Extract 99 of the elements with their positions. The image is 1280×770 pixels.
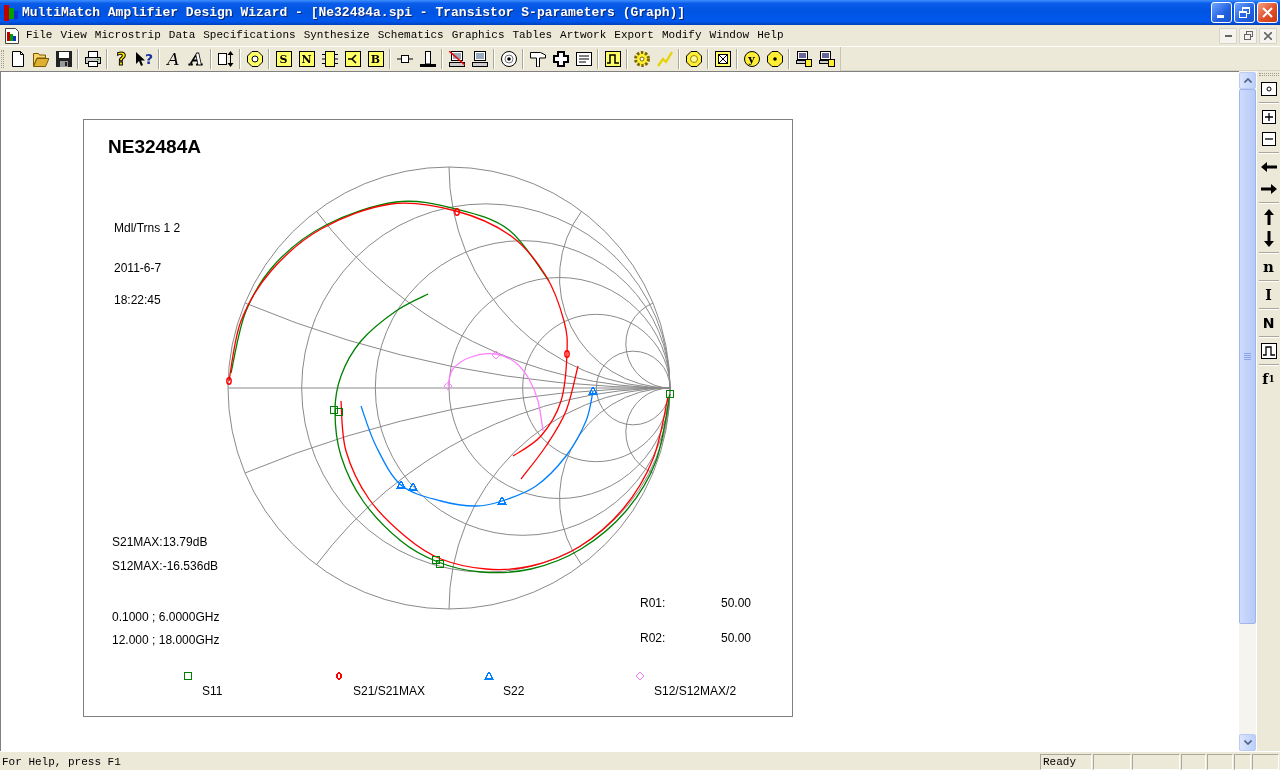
- triangle-marker-icon: [407, 481, 419, 491]
- circle-marker-icon: [454, 208, 460, 216]
- menu-item[interactable]: Specifications: [199, 27, 300, 44]
- letter-button[interactable]: S: [275, 51, 292, 67]
- circle-marker-icon: [226, 377, 232, 385]
- grip-icon: [1244, 352, 1251, 361]
- gain-label: S21MAX:13.79dB: [112, 535, 208, 549]
- square-marker-icon: [435, 559, 445, 569]
- reference-value: 50.00: [721, 631, 752, 645]
- chip-icon[interactable]: [321, 51, 338, 67]
- menu-item[interactable]: Microstrip: [90, 27, 165, 44]
- reference-label: R01:: [640, 596, 666, 610]
- menu-item[interactable]: Schematics: [373, 27, 448, 44]
- legend-label: S12/S12MAX/2: [654, 684, 737, 698]
- pointer-icon: [135, 52, 145, 66]
- computer-crossed-icon[interactable]: [448, 51, 465, 67]
- pulse-icon[interactable]: [1260, 343, 1277, 359]
- diamond-marker-icon: [443, 381, 453, 391]
- legend-label: S21/S21MAX: [353, 684, 426, 698]
- graph-title: NE32484A: [108, 136, 201, 157]
- hammer-icon[interactable]: [529, 51, 546, 67]
- minimize-button[interactable]: [1219, 27, 1237, 44]
- letter-button[interactable]: N: [1262, 315, 1275, 331]
- status-pane: [1093, 753, 1131, 770]
- legend-label: S11: [202, 684, 223, 698]
- pulse-icon[interactable]: [604, 51, 621, 67]
- menu-item[interactable]: Export: [610, 27, 658, 44]
- toolbar-gripper[interactable]: [1258, 73, 1279, 76]
- scroll-down-button[interactable]: [1239, 734, 1256, 751]
- menu-item[interactable]: Artwork: [556, 27, 611, 44]
- square-marker-icon: [665, 389, 675, 399]
- restore-button[interactable]: [1239, 27, 1257, 44]
- context-help-button[interactable]: ?: [135, 51, 154, 67]
- pillar-icon[interactable]: [419, 51, 436, 67]
- gain-label: S12MAX:-16.536dB: [112, 559, 219, 573]
- window-title: MultiMatch Amplifier Design Wizard - [Ne32484a.spi - Transistor S-parameters (Graph)]: [22, 5, 686, 20]
- status-message: For Help, press F1: [2, 755, 122, 768]
- box-arrow-icon[interactable]: [217, 51, 234, 67]
- printer-icon[interactable]: [84, 51, 101, 67]
- menu-item[interactable]: Window: [705, 27, 754, 44]
- gear-icon[interactable]: [633, 51, 650, 67]
- app-icon[interactable]: [4, 4, 18, 21]
- menu-item[interactable]: Modify: [657, 27, 706, 44]
- octagon-icon[interactable]: [685, 51, 702, 67]
- toolbar-gripper[interactable]: [1, 50, 4, 68]
- diamond-marker-icon: [491, 350, 501, 360]
- frequency-range-label: 0.1000 ; 6.0000GHz: [112, 610, 220, 624]
- info-label: 2011-6-7: [114, 261, 162, 275]
- menu-item[interactable]: File: [22, 27, 57, 44]
- computer-disk-icon[interactable]: [818, 51, 835, 67]
- square-marker-icon: [334, 407, 344, 417]
- info-label: 18:22:45: [114, 293, 161, 307]
- caret-down-icon: [1243, 740, 1252, 745]
- close-button[interactable]: [1259, 27, 1277, 44]
- menu-item[interactable]: Synthesize: [299, 27, 374, 44]
- close-icon: [1262, 7, 1273, 18]
- triangle-marker-icon: [496, 495, 508, 505]
- circle-marker-icon: [564, 350, 570, 358]
- target-icon[interactable]: [500, 51, 517, 67]
- menu-item[interactable]: Graphics: [447, 27, 509, 44]
- restore-icon: [1243, 31, 1253, 40]
- menu-item[interactable]: Help: [753, 27, 788, 44]
- letter-button[interactable]: B: [367, 51, 384, 67]
- square-marker-icon: [329, 405, 339, 415]
- reference-label: R02:: [640, 631, 666, 645]
- reference-value: 50.00: [721, 596, 752, 610]
- letter-button[interactable]: I: [1265, 287, 1272, 303]
- caret-up-icon: [1243, 78, 1252, 83]
- restore-icon: [1239, 7, 1250, 18]
- status-pane: Ready: [1040, 753, 1092, 770]
- frequency-range-label: 12.000 ; 18.000GHz: [112, 633, 220, 647]
- document-icon[interactable]: [4, 27, 20, 44]
- legend-label: S22: [503, 684, 525, 698]
- left-arrow-icon[interactable]: [1260, 159, 1277, 175]
- menu-item[interactable]: Tables: [508, 27, 557, 44]
- zoom-out-icon[interactable]: [1260, 131, 1277, 147]
- menu-item[interactable]: Data: [164, 27, 200, 44]
- list-icon[interactable]: [575, 51, 592, 67]
- crossed-box-icon[interactable]: [714, 51, 731, 67]
- computer-icon[interactable]: [471, 51, 488, 67]
- computer-disk-icon[interactable]: [795, 51, 812, 67]
- letter-button[interactable]: N: [298, 51, 315, 67]
- letter-button[interactable]: y: [743, 51, 760, 67]
- new-document-icon[interactable]: [9, 51, 26, 67]
- square-marker-icon: [431, 555, 441, 565]
- menu-item[interactable]: View: [56, 27, 91, 44]
- info-label: Mdl/Trns 1 2: [114, 221, 181, 235]
- close-icon: [1264, 31, 1272, 40]
- letter-button[interactable]: n: [1263, 258, 1274, 276]
- scrollbar-thumb[interactable]: [1239, 89, 1256, 624]
- minimize-icon: [1224, 34, 1232, 37]
- minimize-icon: [1217, 15, 1224, 18]
- zoom-in-icon[interactable]: [1260, 109, 1277, 125]
- right-arrow-icon[interactable]: [1260, 181, 1277, 197]
- triangle-marker-icon: [395, 479, 407, 489]
- folder-icon[interactable]: [32, 51, 49, 67]
- plus-icon[interactable]: [552, 51, 569, 67]
- font-button[interactable]: A: [167, 49, 180, 69]
- triangle-marker-icon: [587, 385, 599, 395]
